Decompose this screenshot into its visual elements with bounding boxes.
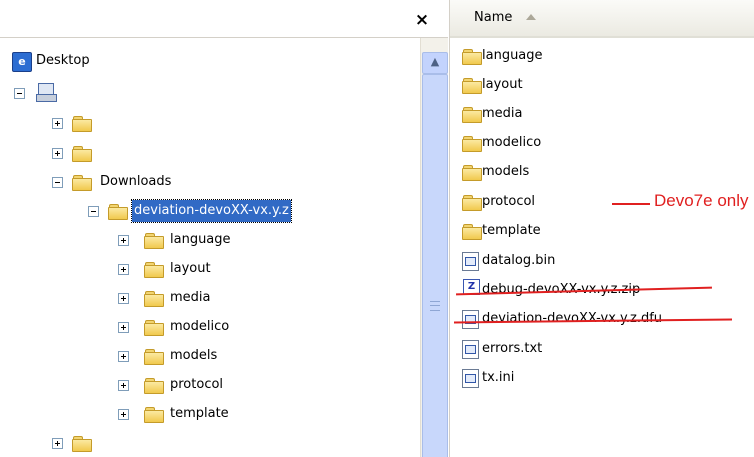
binary-file-icon <box>462 310 479 329</box>
folder-icon <box>144 232 164 249</box>
desktop-icon: e <box>12 52 32 72</box>
folder-icon <box>72 174 92 191</box>
computer-icon <box>36 82 57 102</box>
scroll-up-icon[interactable]: ▲ <box>422 52 448 74</box>
sort-ascending-icon <box>526 14 536 20</box>
tree-item-computer[interactable] <box>0 82 420 104</box>
list-item-name: language <box>482 48 543 63</box>
column-header: Name <box>450 0 754 38</box>
text-file-icon <box>462 340 479 359</box>
column-header-name[interactable]: Name <box>474 10 512 25</box>
collapse-icon[interactable] <box>52 177 63 188</box>
folder-icon <box>462 223 482 240</box>
tree-item-desktop[interactable]: e Desktop <box>0 50 420 72</box>
folder-icon <box>462 48 482 65</box>
tree-item-label: Desktop <box>36 53 90 68</box>
tree-item-subfolder[interactable]: media <box>0 287 420 309</box>
expand-icon[interactable] <box>118 409 129 420</box>
tree-item-folder[interactable] <box>0 142 420 164</box>
annotation-label: Devo7e only <box>654 191 749 210</box>
tree-item-deviation-folder[interactable]: deviation-devoXX-vx.y.z <box>0 199 420 223</box>
folder-icon <box>462 164 482 181</box>
scroll-thumb[interactable] <box>422 74 448 457</box>
folder-icon <box>462 135 482 152</box>
tree-item-subfolder[interactable]: modelico <box>0 316 420 338</box>
list-item-name: layout <box>482 77 523 92</box>
list-item-name: protocol <box>482 194 536 209</box>
tree-item-label: media <box>170 290 211 305</box>
file-list-pane: Name language layout media modelico mode… <box>449 0 754 457</box>
tree-item-label: language <box>170 232 231 247</box>
folder-icon <box>144 261 164 278</box>
tree-item-subfolder[interactable]: language <box>0 229 420 251</box>
binary-file-icon <box>462 252 479 271</box>
list-item-name: tx.ini <box>482 370 515 385</box>
folder-icon <box>72 145 92 162</box>
list-item-name: models <box>482 164 530 179</box>
list-item-name: template <box>482 223 541 238</box>
folder-icon <box>144 319 164 336</box>
expand-icon[interactable] <box>118 264 129 275</box>
annotation-line <box>612 203 650 205</box>
expand-icon[interactable] <box>118 322 129 333</box>
folder-icon <box>144 377 164 394</box>
folder-icon <box>144 348 164 365</box>
expand-icon[interactable] <box>52 438 63 449</box>
expand-icon[interactable] <box>118 293 129 304</box>
folder-icon <box>108 203 128 220</box>
tree-item-label: protocol <box>170 377 224 392</box>
folder-icon <box>144 406 164 423</box>
folder-icon <box>72 435 92 452</box>
list-item-name: datalog.bin <box>482 253 556 268</box>
tree-item-label-selected: deviation-devoXX-vx.y.z <box>131 199 292 223</box>
expand-icon[interactable] <box>52 118 63 129</box>
tree-scrollbar[interactable]: ▲ <box>420 38 448 457</box>
collapse-icon[interactable] <box>88 206 99 217</box>
tree-item-label: modelico <box>170 319 230 334</box>
tree-item-label: models <box>170 348 218 363</box>
folder-icon <box>462 194 482 211</box>
tree-item-label: template <box>170 406 229 421</box>
tree-item-subfolder[interactable]: protocol <box>0 374 420 396</box>
tree-header-divider <box>0 37 448 38</box>
tree-item-subfolder[interactable]: layout <box>0 258 420 280</box>
tree-item-folder[interactable] <box>0 432 420 454</box>
expand-icon[interactable] <box>118 235 129 246</box>
tree-item-subfolder[interactable]: models <box>0 345 420 367</box>
tree-item-label: layout <box>170 261 211 276</box>
close-icon[interactable]: × <box>412 10 432 30</box>
tree-header: × <box>0 0 448 38</box>
expand-icon[interactable] <box>118 380 129 391</box>
folder-icon <box>462 77 482 94</box>
ini-file-icon <box>462 369 479 388</box>
list-item-name: media <box>482 106 523 121</box>
tree-item-subfolder[interactable]: template <box>0 403 420 425</box>
tree-item-folder[interactable] <box>0 112 420 134</box>
grip-icon <box>430 301 440 311</box>
list-item-name: errors.txt <box>482 341 543 356</box>
folder-icon <box>72 115 92 132</box>
folder-tree-pane: × e Desktop Downloads deviation-devoXX-v… <box>0 0 448 457</box>
expand-icon[interactable] <box>52 148 63 159</box>
tree-item-downloads[interactable]: Downloads <box>0 171 420 193</box>
expand-icon[interactable] <box>118 351 129 362</box>
collapse-icon[interactable] <box>14 88 25 99</box>
folder-icon <box>144 290 164 307</box>
folder-icon <box>462 106 482 123</box>
list-item-name: modelico <box>482 135 542 150</box>
tree-item-label: Downloads <box>100 174 172 189</box>
